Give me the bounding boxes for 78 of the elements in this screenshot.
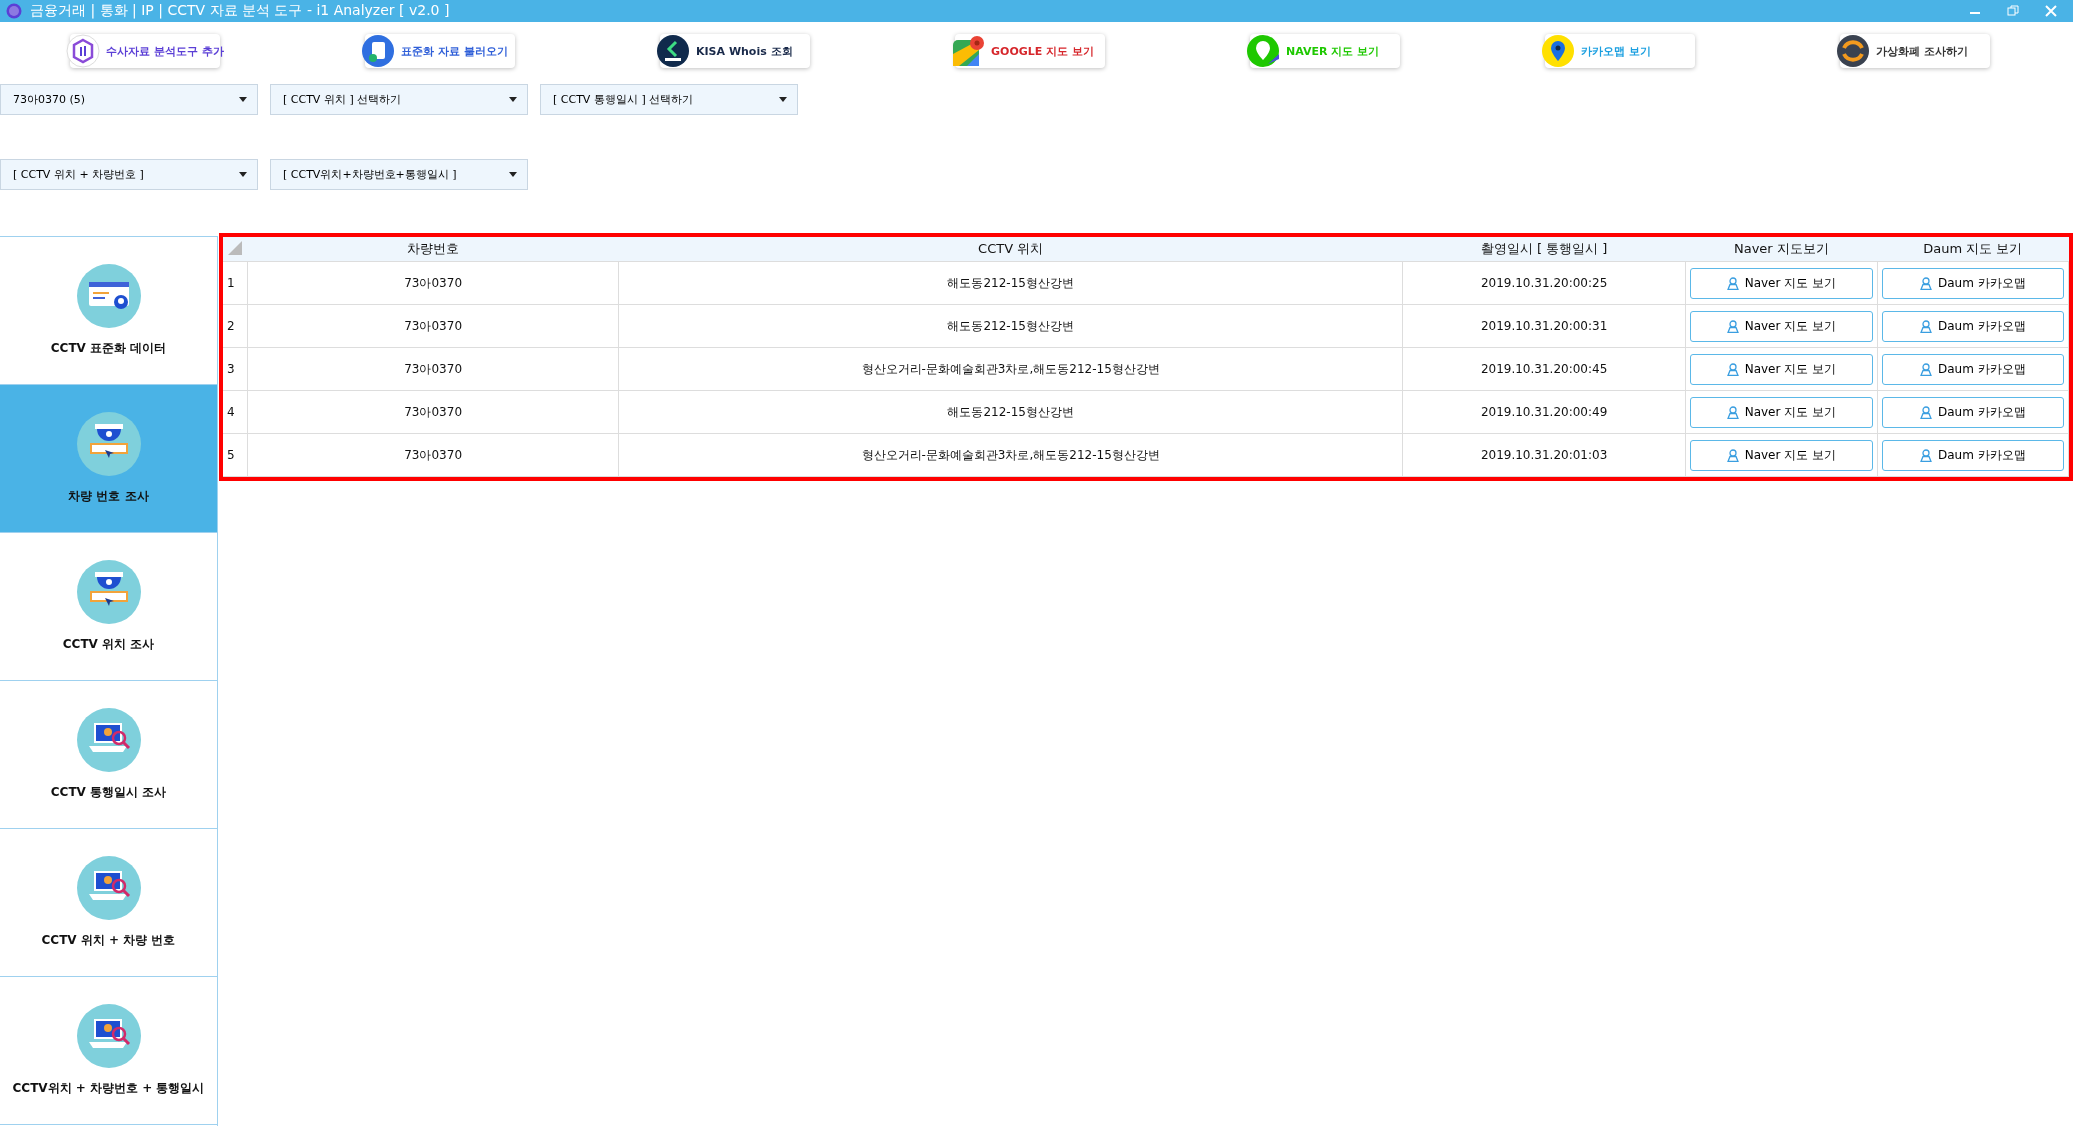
user-icon [1920,405,1932,419]
column-header: 차량번호 [247,237,619,262]
table-cell: 73아0370 [247,261,619,305]
dome-camera-icon [76,560,141,624]
row-number: 1 [223,261,248,305]
map-button[interactable]: Naver 지도 보기 [1690,396,1873,428]
map-button[interactable]: Daum 카카오맵 [1881,353,2064,385]
table-cell: 해도동212-15형산강변 [618,304,1403,348]
corner-triangle-icon [228,240,243,255]
table-cell: 73아0370 [247,390,619,434]
toolbar-button[interactable]: 표준화 자료 불러오기 [365,34,515,68]
map-button[interactable]: Daum 카카오맵 [1881,310,2064,342]
table-cell: 해도동212-15형산강변 [618,390,1403,434]
map-button[interactable]: Naver 지도 보기 [1690,267,1873,299]
user-icon [1726,276,1739,290]
map-button[interactable]: Daum 카카오맵 [1881,267,2064,299]
laptop-search-icon [76,708,141,772]
row-number: 5 [223,433,248,477]
row-number: 4 [223,390,248,434]
user-icon [1920,448,1932,462]
table-cell: 2019.10.31.20:00:31 [1402,304,1686,348]
column-header: Naver 지도보기 [1685,237,1878,262]
table-cell: 2019.10.31.20:01:03 [1402,433,1686,477]
exchange-arrows-icon [1836,34,1870,68]
chevron-logo-icon [656,34,690,68]
table-cell: 73아0370 [247,433,619,477]
laptop-search-icon [76,856,141,920]
table-cell: 2019.10.31.20:00:45 [1402,347,1686,391]
row-number: 3 [223,347,248,391]
dropdown-arrow-icon [239,172,247,177]
table-cell: 2019.10.31.20:00:25 [1402,261,1686,305]
user-icon [1726,448,1739,462]
dropdown[interactable]: [ CCTV 통행일시 ] 선택하기 [540,84,798,115]
user-icon [1726,319,1739,333]
dropdown-arrow-icon [239,97,247,102]
table-cell: 형산오거리-문화예술회관3차로,해도동212-15형산강변 [618,433,1403,477]
map-button[interactable]: Naver 지도 보기 [1690,439,1873,471]
map-button[interactable]: Naver 지도 보기 [1690,353,1873,385]
table-cell: 해도동212-15형산강변 [618,261,1403,305]
toolbar-button[interactable]: GOOGLE 지도 보기 [955,34,1105,68]
map-button[interactable]: Naver 지도 보기 [1690,310,1873,342]
dropdown[interactable]: 73아0370 (5) [0,84,258,115]
map-button[interactable]: Daum 카카오맵 [1881,396,2064,428]
dropdown[interactable]: [ CCTV 위치 + 차량번호 ] [0,159,258,190]
dropdown-arrow-icon [509,172,517,177]
user-icon [1726,405,1739,419]
restore-icon[interactable] [2007,5,2019,17]
window-title: 금융거래 | 통화 | IP | CCTV 자료 분석 도구 - i1 Analyzer [ v2.0 ] [30,2,451,20]
map-pin-icon [1246,34,1280,68]
table-cell: 73아0370 [247,304,619,348]
map-pin-icon [951,34,985,68]
hexagon-logo-icon [66,34,100,68]
user-icon [1920,362,1932,376]
user-icon [1726,362,1739,376]
dropdown-arrow-icon [509,97,517,102]
column-header: CCTV 위치 [618,237,1403,262]
document-icon [361,34,395,68]
dropdown[interactable]: [ CCTV위치+차량번호+통행일시 ] [270,159,528,190]
dropdown[interactable]: [ CCTV 위치 ] 선택하기 [270,84,528,115]
close-icon[interactable] [2045,5,2057,17]
app-logo-icon [6,3,22,19]
row-number: 2 [223,304,248,348]
table-cell: 73아0370 [247,347,619,391]
table-cell: 2019.10.31.20:00:49 [1402,390,1686,434]
column-header: 촬영일시 [ 통행일시 ] [1402,237,1686,262]
sidebar-item[interactable]: 차량 번호 조사 [0,385,217,533]
toolbar-button[interactable]: 가상화폐 조사하기 [1840,34,1990,68]
map-pin-icon [1541,34,1575,68]
table-cell: 형산오거리-문화예술회관3차로,해도동212-15형산강변 [618,347,1403,391]
id-card-icon [76,264,141,328]
dome-camera-icon [76,412,141,476]
user-icon [1920,319,1932,333]
column-header: Daum 지도 보기 [1877,237,2069,262]
user-icon [1920,276,1932,290]
laptop-search-icon [76,1004,141,1068]
toolbar-button[interactable]: KISA Whois 조회 [660,34,810,68]
map-button[interactable]: Daum 카카오맵 [1881,439,2064,471]
dropdown-arrow-icon [779,97,787,102]
